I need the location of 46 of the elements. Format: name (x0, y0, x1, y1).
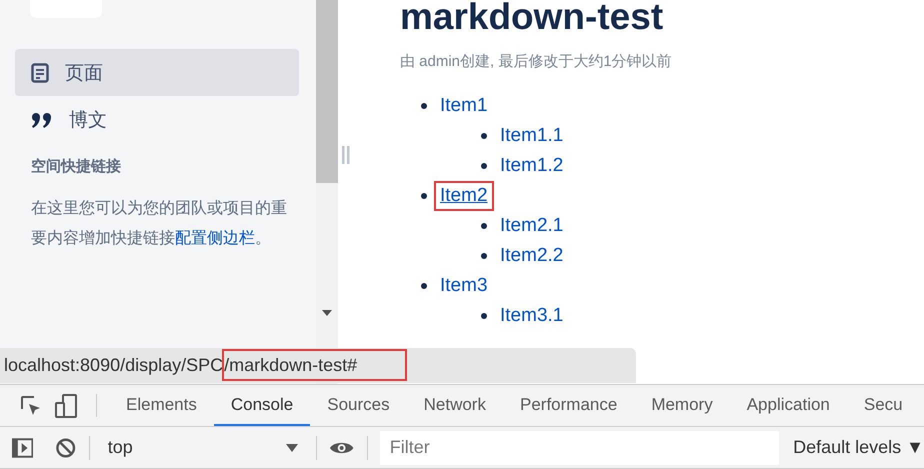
bullet-icon (421, 193, 427, 199)
sidebar-item[interactable]: 博文 (15, 96, 299, 143)
section-heading: 空间快捷链接 (31, 157, 122, 176)
status-bar-url: localhost:8090/display/SPC/markdown-test# (0, 348, 636, 383)
list-link[interactable]: Item1 (440, 94, 488, 118)
list-link[interactable]: Item1.2 (500, 154, 564, 178)
bullet-icon (421, 283, 427, 289)
levels-dropdown[interactable]: Default levels ▼ (793, 437, 924, 458)
bullet-icon (481, 223, 487, 229)
list-link[interactable]: Item2.2 (500, 244, 564, 268)
page-byline: 由 admin创建, 最后修改于大约1分钟以前 (400, 52, 673, 71)
scrollbar-thumb[interactable] (316, 0, 338, 183)
sidebar-item[interactable]: 页面 (15, 49, 299, 96)
inspect-cursor-icon[interactable] (20, 394, 42, 416)
bullet-icon (481, 253, 487, 259)
devtools-tab[interactable]: Application (730, 385, 847, 426)
configure-link[interactable]: 配置侧边栏 (175, 230, 255, 247)
devtools-tab[interactable]: Sources (310, 385, 407, 426)
device-toggle-icon[interactable] (54, 394, 78, 418)
list-link[interactable]: Item1.1 (500, 124, 564, 148)
devtools-tab[interactable]: Performance (502, 385, 634, 426)
document-icon (31, 62, 49, 82)
devtools-tab[interactable]: Memory (634, 385, 730, 426)
sidebar-toggle-icon[interactable] (12, 438, 34, 458)
scroll-down-icon[interactable] (322, 310, 332, 316)
page-title: markdown-test (400, 0, 664, 38)
bullet-icon (481, 133, 487, 139)
list-link[interactable]: Item2 (440, 184, 488, 208)
list-link[interactable]: Item3.1 (500, 304, 564, 328)
devtools-tab[interactable]: Elements (109, 385, 214, 426)
list-link[interactable]: Item3 (440, 274, 488, 298)
clear-icon[interactable] (55, 436, 77, 458)
bullet-icon (481, 313, 487, 319)
bullet-icon (481, 163, 487, 169)
context-dropdown[interactable]: top (102, 437, 304, 458)
filter-field[interactable]: Filter (380, 430, 780, 464)
shortcut-text: 在这里您可以为您的团队或项目的重要内容增加快捷链接配置侧边栏。 (31, 198, 288, 249)
devtools-tab[interactable]: Network (406, 385, 503, 426)
devtools-tab[interactable]: Secu (846, 385, 920, 426)
quote-icon (31, 110, 53, 128)
sidebar-item-label: 博文 (69, 108, 107, 132)
sidebar-item-label: 页面 (65, 62, 103, 86)
caret-icon (286, 444, 298, 452)
resize-handle-icon[interactable] (342, 146, 350, 164)
list-link[interactable]: Item2.1 (500, 214, 564, 238)
bullet-icon (421, 103, 427, 109)
